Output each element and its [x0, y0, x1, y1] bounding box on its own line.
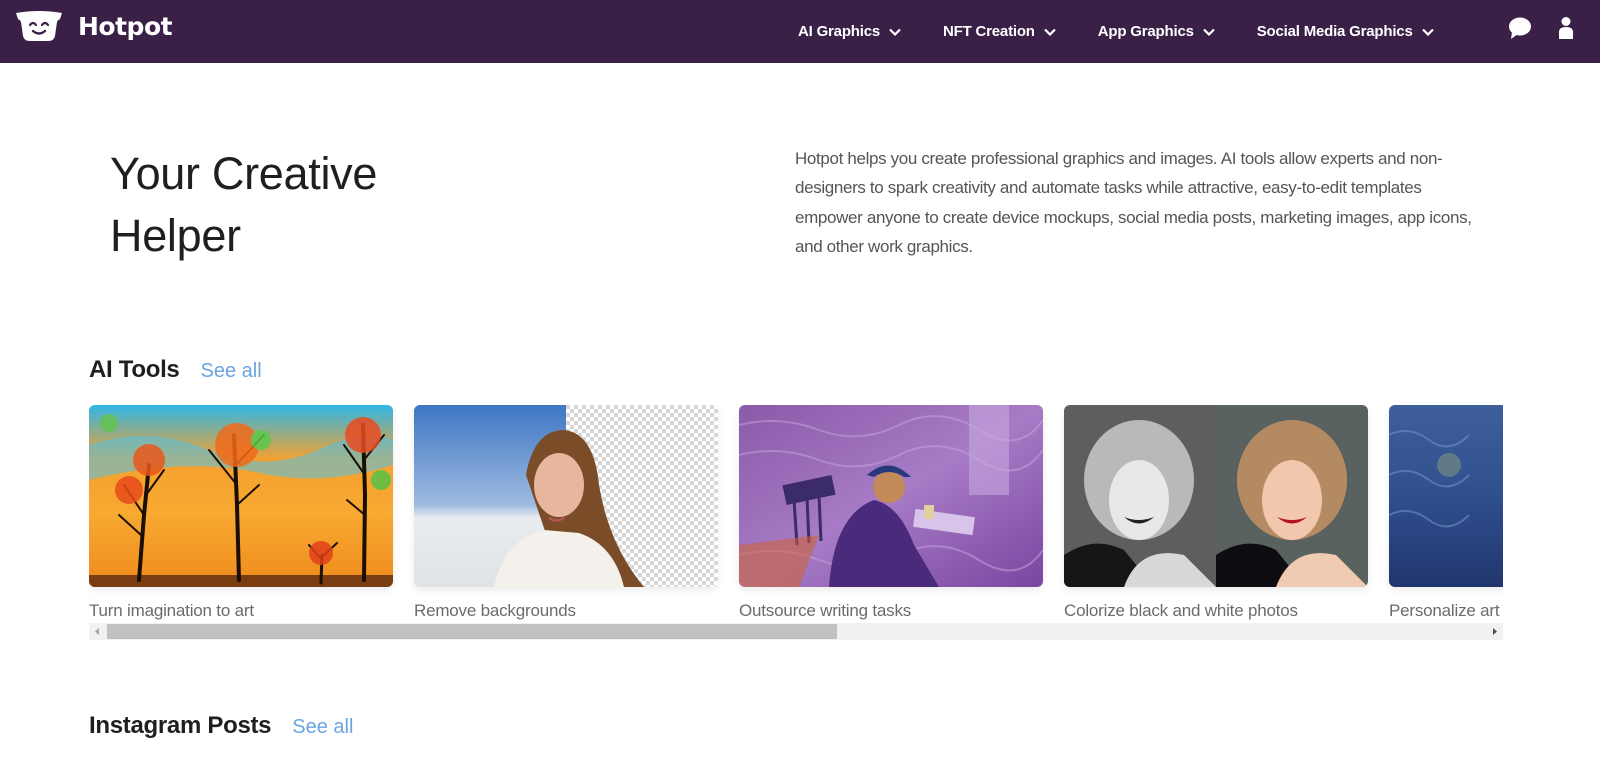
hero-description: Hotpot helps you create professional gra… — [795, 149, 1472, 256]
carousel-horizontal-scrollbar[interactable] — [89, 623, 1503, 640]
main-nav: AI Graphics NFT Creation App Graphics So… — [798, 0, 1476, 63]
nav-label: Social Media Graphics — [1256, 23, 1413, 40]
tool-card-image — [1389, 405, 1503, 587]
purple-writer-image — [739, 405, 1043, 587]
painted-trees-image — [89, 405, 393, 587]
brand-home-link[interactable]: Hotpot — [14, 10, 173, 42]
tool-card-label: Remove backgrounds — [414, 601, 576, 620]
see-all-ai-tools-link[interactable]: See all — [200, 360, 261, 383]
tool-card-image — [414, 405, 718, 587]
impressionist-painting-image — [1389, 405, 1503, 587]
hotpot-logo-icon — [16, 11, 62, 41]
tool-card-imagination-to-art[interactable]: Turn imagination to art — [89, 405, 393, 621]
tool-card-personalize-art[interactable]: Personalize art — [1389, 405, 1503, 621]
chevron-down-icon — [889, 28, 901, 36]
tool-card-image — [89, 405, 393, 587]
instagram-posts-section-header: Instagram Posts See all — [89, 712, 353, 740]
nav-label: AI Graphics — [798, 23, 880, 40]
nav-label: App Graphics — [1097, 23, 1194, 40]
ai-tools-carousel[interactable]: Turn imagination to art Remove backgroun… — [89, 405, 1503, 641]
nav-social-media-graphics[interactable]: Social Media Graphics — [1257, 23, 1434, 40]
see-all-instagram-posts-link[interactable]: See all — [292, 716, 353, 739]
ai-tools-section-header: AI Tools See all — [89, 356, 262, 384]
scroll-right-button[interactable] — [1486, 623, 1503, 640]
carousel-track: Turn imagination to art Remove backgroun… — [89, 405, 1503, 621]
brand-name: Hotpot — [78, 11, 173, 41]
hero-title: Your Creative Helper — [110, 143, 510, 267]
colorized-portrait-image — [1064, 405, 1368, 587]
nav-nft-creation[interactable]: NFT Creation — [943, 23, 1056, 40]
chevron-down-icon — [1202, 28, 1215, 36]
top-navigation-bar: Hotpot AI Graphics NFT Creation App Grap… — [0, 0, 1600, 63]
tool-card-image — [739, 405, 1043, 587]
hero-title-line1: Your Creative — [110, 148, 378, 199]
tool-card-colorize-photos[interactable]: Colorize black and white photos — [1064, 405, 1368, 621]
tool-card-writing-tasks[interactable]: Outsource writing tasks — [739, 405, 1043, 621]
tool-card-label: Turn imagination to art — [89, 601, 254, 620]
nav-app-graphics[interactable]: App Graphics — [1098, 23, 1215, 40]
section-title: Instagram Posts — [89, 712, 272, 739]
scroll-left-button[interactable] — [89, 623, 106, 640]
nav-ai-graphics[interactable]: AI Graphics — [798, 23, 901, 40]
chat-bubble-icon[interactable] — [1508, 16, 1532, 40]
scrollbar-thumb[interactable] — [107, 624, 837, 639]
chevron-down-icon — [1421, 28, 1434, 36]
user-icon[interactable] — [1556, 16, 1576, 40]
background-removal-image — [414, 405, 718, 587]
tool-card-label: Outsource writing tasks — [739, 601, 912, 620]
caret-left-icon — [95, 628, 99, 635]
tool-card-label: Personalize art — [1389, 601, 1500, 620]
tool-card-remove-backgrounds[interactable]: Remove backgrounds — [414, 405, 718, 621]
tool-card-image — [1064, 405, 1368, 587]
chevron-down-icon — [1044, 28, 1056, 36]
hero-title-line2: Helper — [110, 210, 241, 261]
section-title: AI Tools — [89, 356, 180, 383]
tool-card-label: Colorize black and white photos — [1064, 601, 1298, 620]
nav-label: NFT Creation — [943, 23, 1035, 40]
caret-right-icon — [1493, 628, 1497, 635]
